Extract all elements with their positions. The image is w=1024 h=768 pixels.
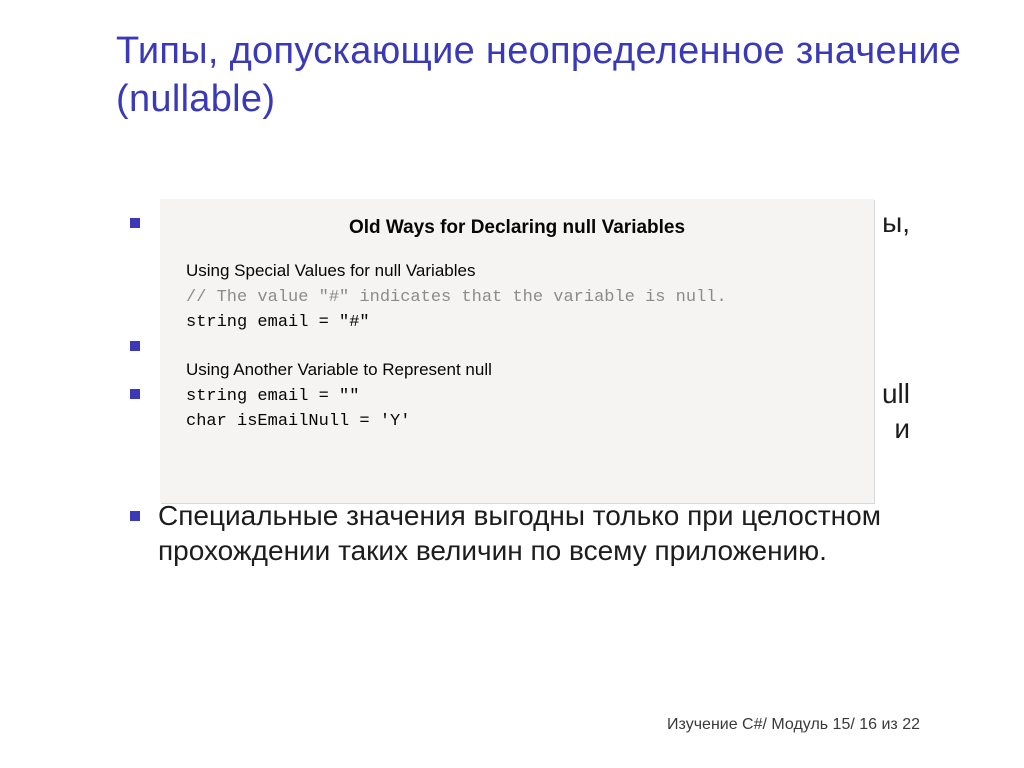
code-heading: Old Ways for Declaring null Variables [186, 217, 848, 239]
bullet-4: Специальные значения выгодны только при … [130, 498, 910, 568]
code-section1-title: Using Special Values for null Variables [186, 261, 848, 281]
bullet-3-tail-1: ull [882, 378, 910, 409]
slide-title: Типы, допускающие неопределенное значени… [116, 28, 1024, 123]
code-section1-line: string email = "#" [186, 313, 848, 332]
bullet-4-text: Специальные значения выгодны только при … [158, 500, 881, 566]
code-section2-title: Using Another Variable to Represent null [186, 360, 848, 380]
bullet-1-tail: ы, [882, 207, 910, 238]
slide-footer: Изучение C#/ Модуль 15/ 16 из 22 [667, 716, 920, 734]
code-section1-comment: // The value "#" indicates that the vari… [186, 288, 848, 307]
bullet-3-tail-2: и [894, 413, 910, 444]
code-section2-line2: char isEmailNull = 'Y' [186, 412, 848, 431]
code-section2-line1: string email = "" [186, 387, 848, 406]
code-illustration: Old Ways for Declaring null Variables Us… [160, 199, 874, 503]
